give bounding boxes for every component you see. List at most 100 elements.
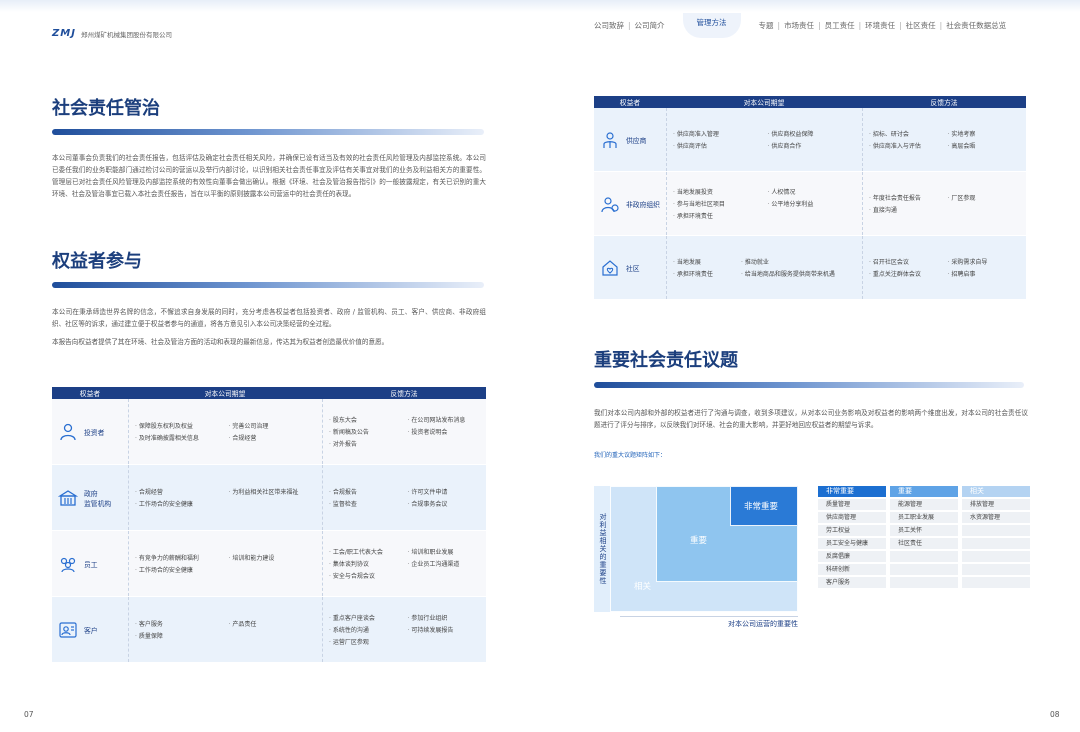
table-row: 客户 客户服务 产品责任 质量保障 重点客户座谈会 参加行业组织 系统性的沟通 … [52, 597, 486, 663]
stakeholder-paragraph-1: 本公司在秉承缔造世界名牌的信念，不懈追求自身发展的同时，充分考虑各权益者包括投资… [52, 308, 486, 328]
feedback-item: 对外报告 [329, 439, 402, 448]
expectation-item: 客户服务 [135, 619, 223, 628]
nav-employee-responsibility[interactable]: 员工责任 [821, 20, 859, 31]
legend-item: 员工安全与健康 [818, 538, 886, 549]
feedback-item: 实地考察 [948, 129, 1021, 138]
feedback-item: 许可文件申请 [408, 487, 481, 496]
expectation-item: 质量保障 [135, 631, 223, 640]
community-icon [602, 259, 618, 276]
page-number-left: 07 [24, 710, 34, 719]
feedback-cell: 合规报告 许可文件申请 监督检查 合规事务会议 [322, 465, 486, 530]
expectation-item: 供应商评估 [673, 141, 762, 150]
header-feedback: 反馈方法 [930, 99, 958, 107]
expectation-item: 完善公司治理 [229, 421, 317, 430]
expectation-item: 培训和能力建设 [229, 553, 317, 562]
legend-column: 非常重要 质量管理 供应商管理 劳工权益 员工安全与健康 反腐倡廉 科研创新 客… [818, 486, 886, 590]
table-row: 政府 监管机构 合规经营 为利益相关社区带来福祉 工作场合的安全健康 合规报告 … [52, 465, 486, 531]
nav-data-overview[interactable]: 社会责任数据总览 [942, 20, 1010, 31]
feedback-item: 工会/职工代表大会 [329, 547, 402, 556]
header-expectation: 对本公司期望 [743, 99, 785, 107]
role-label: 客户 [84, 626, 98, 635]
legend-item [890, 564, 958, 575]
expectation-item: 承担环境责任 [673, 211, 762, 220]
feedback-cell: 召开社区会议 采购需求自导 重点关注群体会议 招聘启事 [862, 236, 1026, 299]
feedback-item: 合规报告 [329, 487, 402, 496]
expectation-item: 为利益相关社区带来福祉 [229, 487, 317, 496]
feedback-item: 采购需求自导 [948, 257, 1021, 266]
legend-item: 员工职业发展 [890, 512, 958, 523]
feedback-item: 直接沟通 [869, 205, 942, 214]
table-row: 投资者 保障股东权利及权益 完善公司治理 及时准确披露相关信息 合规经营 股东大… [52, 399, 486, 465]
investor-icon [60, 423, 76, 440]
expectation-cell: 有竞争力的薪酬和福利 培训和能力建设 工作场合的安全健康 [128, 531, 322, 596]
expectation-item: 供应商准入管理 [673, 129, 762, 138]
matrix-y-axis: 对利益相关的重要性 [599, 513, 607, 585]
role-label: 供应商 [626, 136, 647, 145]
feedback-item: 投资者说明会 [408, 427, 481, 436]
issues-title-bar [594, 382, 1024, 388]
legend-item: 供应商管理 [818, 512, 886, 523]
legend-item [962, 564, 1030, 575]
expectation-item: 保障股东权利及权益 [135, 421, 223, 430]
stakeholder-title-bar [52, 282, 484, 288]
expectation-item: 供应商权益保障 [768, 129, 857, 138]
feedback-cell: 招标、研讨会 实地考察 供应商准入与评估 高层会晤 [862, 108, 1026, 171]
zone-label-important: 重要 [690, 536, 708, 546]
feedback-item: 合规事务会议 [408, 499, 481, 508]
table-header: 权益者 对本公司期望 反馈方法 [52, 387, 486, 399]
header-expectation: 对本公司期望 [204, 390, 246, 398]
issues-title: 重要社会责任议题 [594, 350, 738, 371]
logo-mark: ZMJ [52, 28, 76, 39]
feedback-cell: 重点客户座谈会 参加行业组织 系统性的沟通 可持续发展报告 运营厂区参观 [322, 597, 486, 662]
customer-icon [59, 621, 77, 638]
table-row: 非政府组织 当地发展投资 人权情况 参与当地社区项目 公平地分享利益 承担环境责… [594, 172, 1026, 236]
feedback-item: 运营厂区参观 [329, 637, 402, 646]
expectation-cell: 客户服务 产品责任 质量保障 [128, 597, 322, 662]
expectation-item: 工作场合的安全健康 [135, 499, 223, 508]
nav-management-approach[interactable]: 管理方法 [682, 12, 741, 38]
expectation-item: 当地发展 [673, 257, 735, 266]
expectation-item: 推动就业 [741, 257, 856, 266]
expectation-item: 合规经营 [135, 487, 223, 496]
stakeholder-paragraph-2: 本报告向权益者提供了其在环境、社会及管治方面的活动和表现的最新信息，传达其为权益… [52, 338, 389, 346]
feedback-item: 招聘启事 [948, 269, 1021, 278]
feedback-cell: 工会/职工代表大会 培训和职业发展 集体谈判协议 企业员工沟通渠道 安全与合规会… [322, 531, 486, 596]
feedback-item: 重点客户座谈会 [329, 613, 402, 622]
nav-chairman-message[interactable]: 公司致辞 [590, 20, 628, 31]
legend-item [890, 577, 958, 588]
nav-community-responsibility[interactable]: 社区责任 [902, 20, 940, 31]
role-cell: 供应商 [594, 108, 666, 171]
feedback-item: 召开社区会议 [869, 257, 942, 266]
expectation-item: 合规经营 [229, 433, 317, 442]
feedback-item: 重点关注群体会议 [869, 269, 942, 278]
header-stakeholder: 权益者 [79, 390, 101, 398]
feedback-cell: 年度社会责任报告 厂区参观 直接沟通 [862, 172, 1026, 235]
table-row: 供应商 供应商准入管理 供应商权益保障 供应商评估 供应商合作 招标、研讨会 实… [594, 108, 1026, 172]
governance-title: 社会责任管治 [52, 98, 160, 119]
legend-item: 质量管理 [818, 499, 886, 510]
expectation-item: 给当地商品和服务提供商带来机遇 [741, 269, 856, 278]
table-row: 员工 有竞争力的薪酬和福利 培训和能力建设 工作场合的安全健康 工会/职工代表大… [52, 531, 486, 597]
expectation-item: 有竞争力的薪酬和福利 [135, 553, 223, 562]
nav-market-responsibility[interactable]: 市场责任 [780, 20, 818, 31]
legend-item [962, 525, 1030, 536]
feedback-item: 培训和职业发展 [408, 547, 481, 556]
legend-item [890, 551, 958, 562]
legend-item: 劳工权益 [818, 525, 886, 536]
matrix-legend: 非常重要 质量管理 供应商管理 劳工权益 员工安全与健康 反腐倡廉 科研创新 客… [818, 486, 1030, 590]
expectation-cell: 当地发展 推动就业 承担环境责任 给当地商品和服务提供商带来机遇 [666, 236, 862, 299]
logo-company-name: 郑州煤矿机械集团股份有限公司 [80, 30, 172, 39]
stakeholder-table-left: 权益者 对本公司期望 反馈方法 投资者 保障股东权利及权益 完善公司治理 及时准… [52, 387, 486, 663]
nav-environmental-responsibility[interactable]: 环境责任 [861, 20, 899, 31]
nav-special-topic[interactable]: 专题 [755, 20, 778, 31]
nav-company-profile[interactable]: 公司简介 [631, 20, 669, 31]
feedback-item: 股东大会 [329, 415, 402, 424]
legend-item: 社区责任 [890, 538, 958, 549]
expectation-item: 当地发展投资 [673, 187, 762, 196]
feedback-item: 厂区参观 [948, 193, 1021, 202]
issues-paragraph: 我们对本公司内部和外部的权益者进行了沟通与调查，收到多项建议，从对本公司业务影响… [594, 409, 1028, 429]
role-cell: 客户 [52, 597, 128, 662]
top-navigation: 公司致辞 | 公司简介 管理方法 专题 | 市场责任 | 员工责任 | 环境责任… [590, 12, 1030, 38]
top-band [0, 0, 1080, 12]
legend-head-related: 相关 [962, 486, 1030, 497]
